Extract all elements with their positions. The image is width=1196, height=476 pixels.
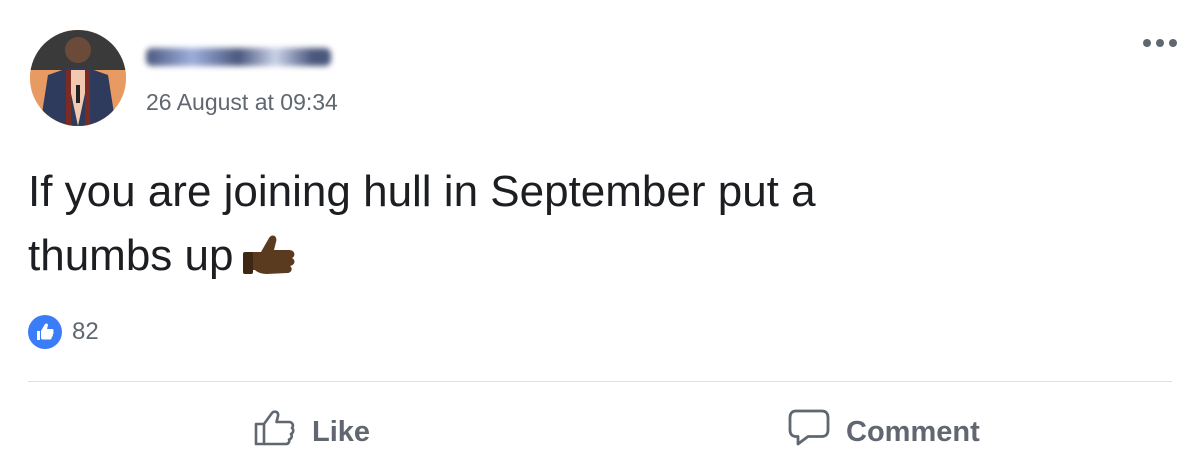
more-dot-icon — [1143, 39, 1151, 47]
reaction-summary[interactable]: 82 — [28, 315, 99, 349]
more-dot-icon — [1156, 39, 1164, 47]
thumbs-up-outline-icon — [254, 410, 296, 454]
comment-bubble-icon — [788, 409, 830, 455]
divider — [28, 381, 1172, 382]
like-reaction-icon — [28, 315, 62, 349]
like-button[interactable]: Like — [254, 408, 370, 456]
thumbs-up-emoji-icon — [243, 232, 297, 296]
more-dot-icon — [1169, 39, 1177, 47]
comment-button-label: Comment — [846, 415, 980, 448]
like-button-label: Like — [312, 415, 371, 448]
post-text: If you are joining hull in September put… — [28, 160, 1028, 296]
more-options-button[interactable] — [1136, 30, 1184, 56]
comment-button[interactable]: Comment — [788, 408, 980, 456]
post-text-line-2: thumbs up — [28, 231, 234, 280]
post-timestamp[interactable]: 26 August at 09:34 — [146, 89, 338, 116]
reaction-count: 82 — [72, 318, 99, 345]
facebook-post: 26 August at 09:34 If you are joining hu… — [0, 0, 1196, 476]
author-name-redacted[interactable] — [146, 40, 336, 70]
post-text-line-1: If you are joining hull in September put… — [28, 167, 816, 216]
author-avatar[interactable] — [30, 30, 126, 126]
